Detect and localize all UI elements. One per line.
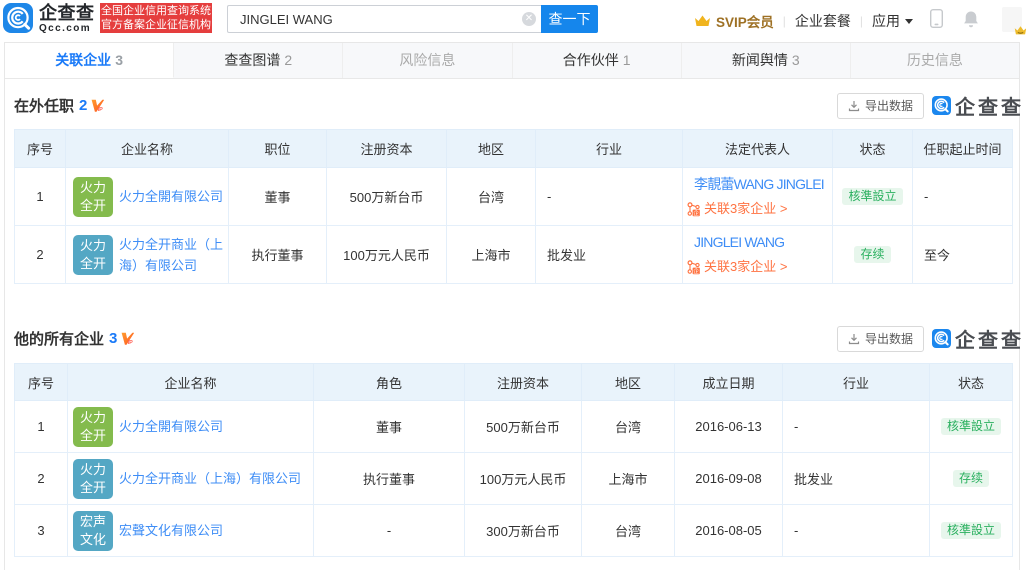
svg-text:IP: IP (128, 340, 134, 345)
svg-text:IP: IP (98, 107, 104, 112)
svg-text:企: 企 (693, 209, 699, 217)
svg-text:企: 企 (693, 267, 699, 275)
